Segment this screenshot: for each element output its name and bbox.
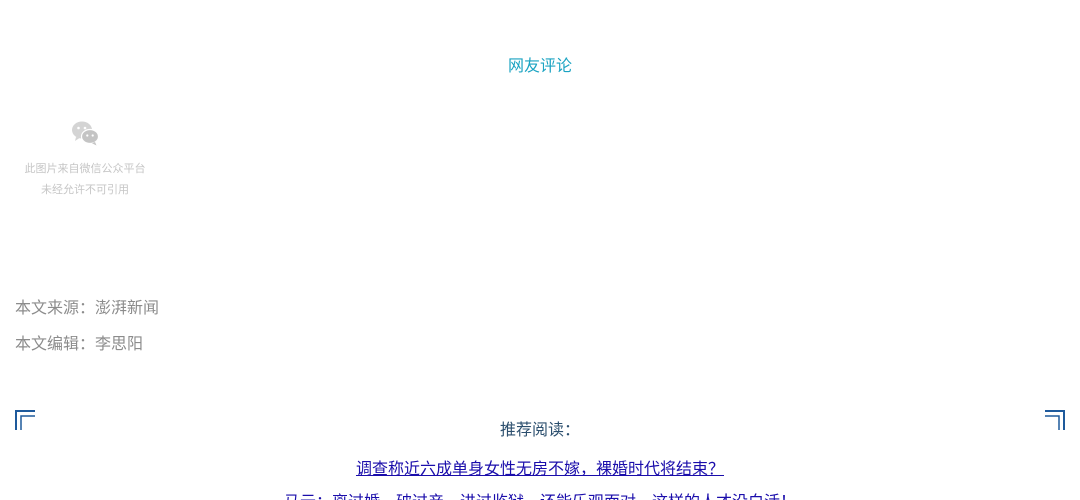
recommended-article-link[interactable]: 马云：离过婚，破过产，进过监狱，还能乐观面对，这样的人才没白活！: [0, 488, 1080, 500]
comments-title[interactable]: 网友评论: [0, 52, 1080, 76]
wechat-icon: [72, 121, 100, 146]
placeholder-line-2: 未经允许不可引用: [41, 183, 129, 196]
article-source: 本文来源：澎湃新闻: [15, 298, 160, 317]
image-placeholder: 此图片来自微信公众平台 未经允许不可引用: [10, 118, 160, 200]
article-page: 网友评论 此图片来自微信公众平台 未经允许不可引用 本文来源：澎湃新闻 本文编辑…: [0, 0, 1080, 500]
article-editor: 本文编辑：李思阳: [15, 334, 144, 353]
recommended-article-link[interactable]: 调查称近六成单身女性无房不嫁，裸婚时代将结束？: [0, 455, 1080, 479]
recommended-heading: 推荐阅读：: [499, 420, 580, 439]
placeholder-line-1: 此图片来自微信公众平台: [24, 162, 146, 175]
